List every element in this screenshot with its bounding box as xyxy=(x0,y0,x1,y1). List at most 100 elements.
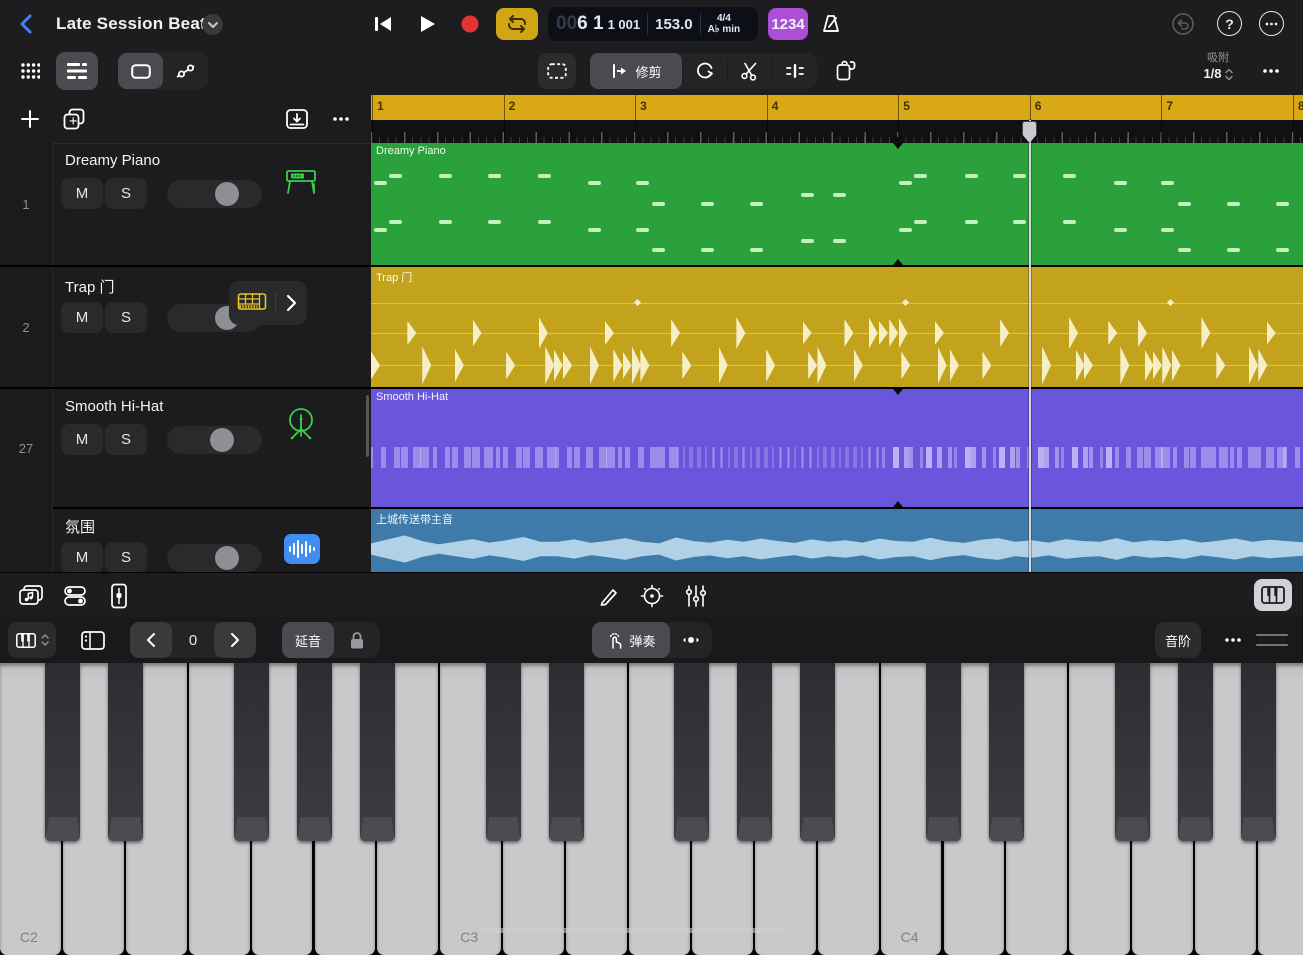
undo-button[interactable] xyxy=(1170,11,1196,37)
project-title-menu-button[interactable] xyxy=(202,14,223,35)
piano-black-key[interactable] xyxy=(1241,663,1276,841)
tracks-view-button[interactable] xyxy=(56,52,98,90)
split-tool-button[interactable] xyxy=(728,53,772,89)
toolbar-more-button[interactable] xyxy=(1256,58,1286,84)
track-header-trap[interactable]: 2 Trap 门 M S xyxy=(0,267,371,389)
region-smooth-hihat[interactable]: Smooth Hi-Hat xyxy=(371,389,1303,509)
track-header-ambience[interactable]: 氛围 M S xyxy=(0,507,371,572)
volume-knob[interactable] xyxy=(210,428,234,452)
midi-bar-note xyxy=(1055,447,1059,468)
piano-black-key[interactable] xyxy=(108,663,143,841)
solo-button[interactable]: S xyxy=(105,178,147,209)
count-in-button[interactable]: 1234 xyxy=(768,8,808,40)
instrument-icon-hihat[interactable] xyxy=(283,405,319,445)
track-header-dreamy-piano[interactable]: 1 Dreamy Piano M S xyxy=(0,143,371,267)
piano-black-key[interactable] xyxy=(360,663,395,841)
gain-tool-button[interactable] xyxy=(773,53,817,89)
expand-track-stack-button[interactable] xyxy=(276,285,307,321)
mute-button[interactable]: M xyxy=(61,424,103,455)
midi-bar-note xyxy=(982,447,986,468)
back-button[interactable] xyxy=(14,11,40,37)
record-button[interactable] xyxy=(455,9,485,39)
paste-button[interactable] xyxy=(826,53,866,89)
volume-knob[interactable] xyxy=(215,546,239,570)
trim-tool-button[interactable]: 修剪 xyxy=(590,53,682,89)
piano-black-key[interactable] xyxy=(234,663,269,841)
piano-black-key[interactable] xyxy=(926,663,961,841)
mixer-levels-button[interactable] xyxy=(681,581,711,611)
piano-black-key[interactable] xyxy=(737,663,772,841)
volume-slider[interactable] xyxy=(167,544,262,572)
mute-button[interactable]: M xyxy=(61,542,103,572)
snap-control[interactable]: 吸附 1/8 xyxy=(1188,51,1248,93)
instrument-icon-drum-machine[interactable] xyxy=(229,285,275,321)
lcd-display[interactable]: 006 11 001 153.0 4/4 A♭ min xyxy=(548,7,758,41)
smart-controls-button[interactable] xyxy=(60,581,90,611)
piano-black-key[interactable] xyxy=(674,663,709,841)
channel-strip-button[interactable] xyxy=(104,581,134,611)
play-mode-button[interactable]: 弹奏 xyxy=(592,622,670,658)
mute-button[interactable]: M xyxy=(61,178,103,209)
midi-bar-note xyxy=(683,447,685,468)
volume-knob[interactable] xyxy=(215,182,239,206)
region-ambience-audio[interactable]: 上城传送带主音 xyxy=(371,509,1303,572)
duplicate-track-button[interactable] xyxy=(60,105,88,133)
sustain-lock-button[interactable] xyxy=(334,622,380,658)
keyboard-type-selector[interactable] xyxy=(8,622,56,658)
piano-black-key[interactable] xyxy=(549,663,584,841)
cycle-range-bar[interactable]: 12345678 xyxy=(371,95,1303,120)
instrument-icon-piano[interactable] xyxy=(283,163,319,199)
top-more-button[interactable] xyxy=(1259,11,1284,36)
metronome-button[interactable] xyxy=(817,10,845,38)
solo-button[interactable]: S xyxy=(105,542,147,572)
regions-mode-button[interactable] xyxy=(118,53,163,89)
marquee-select-button[interactable] xyxy=(538,53,576,89)
piano-keyboard-icon xyxy=(1261,586,1285,604)
piano-black-key[interactable] xyxy=(989,663,1024,841)
playhead-line[interactable] xyxy=(1029,120,1031,572)
midi-bar-note xyxy=(861,447,863,468)
quantize-clock-button[interactable] xyxy=(637,581,667,611)
keyboard-sidebar-toggle[interactable] xyxy=(76,622,110,658)
scale-button[interactable]: 音阶 xyxy=(1155,622,1201,658)
region-dreamy-piano[interactable]: Dreamy Piano xyxy=(371,143,1303,267)
scroll-mode-button[interactable] xyxy=(670,622,712,658)
play-button[interactable] xyxy=(412,9,442,39)
piano-black-key[interactable] xyxy=(45,663,80,841)
browser-grid-view-button[interactable] xyxy=(10,52,50,90)
track-header-more-button[interactable] xyxy=(327,105,355,133)
region-trap[interactable]: Trap 门 xyxy=(371,267,1303,389)
keyboard-more-button[interactable] xyxy=(1218,629,1248,651)
home-indicator[interactable] xyxy=(481,928,785,933)
ruler-tick-area[interactable] xyxy=(371,120,1303,143)
octave-up-button[interactable] xyxy=(214,622,256,658)
cycle-button[interactable] xyxy=(496,8,538,40)
add-track-button[interactable] xyxy=(16,105,44,133)
audio-track-icon[interactable] xyxy=(284,533,320,565)
octave-down-button[interactable] xyxy=(130,622,172,658)
midi-note xyxy=(1161,181,1174,185)
loop-tool-button[interactable] xyxy=(683,53,727,89)
import-button[interactable] xyxy=(283,105,311,133)
sustain-button[interactable]: 延音 xyxy=(282,622,334,658)
keyboard-panel-toggle[interactable] xyxy=(1254,579,1292,611)
loop-tool-icon xyxy=(695,61,715,81)
piano-black-key[interactable] xyxy=(297,663,332,841)
piano-black-key[interactable] xyxy=(486,663,521,841)
pencil-tool-button[interactable] xyxy=(594,581,624,611)
piano-black-key[interactable] xyxy=(1115,663,1150,841)
go-to-beginning-button[interactable] xyxy=(368,9,398,39)
track-list-scrollbar[interactable] xyxy=(366,395,369,457)
automation-mode-button[interactable] xyxy=(163,53,208,89)
solo-button[interactable]: S xyxy=(105,424,147,455)
help-button[interactable]: ? xyxy=(1217,11,1242,36)
piano-black-key[interactable] xyxy=(800,663,835,841)
volume-slider[interactable] xyxy=(167,180,262,208)
solo-button[interactable]: S xyxy=(105,302,147,333)
piano-black-key[interactable] xyxy=(1178,663,1213,841)
mute-button[interactable]: M xyxy=(61,302,103,333)
volume-slider[interactable] xyxy=(167,426,262,454)
track-header-smooth-hihat[interactable]: 27 Smooth Hi-Hat M S xyxy=(0,389,371,509)
keyboard-resize-handle[interactable] xyxy=(1256,634,1288,646)
loop-browser-button[interactable] xyxy=(16,581,46,611)
